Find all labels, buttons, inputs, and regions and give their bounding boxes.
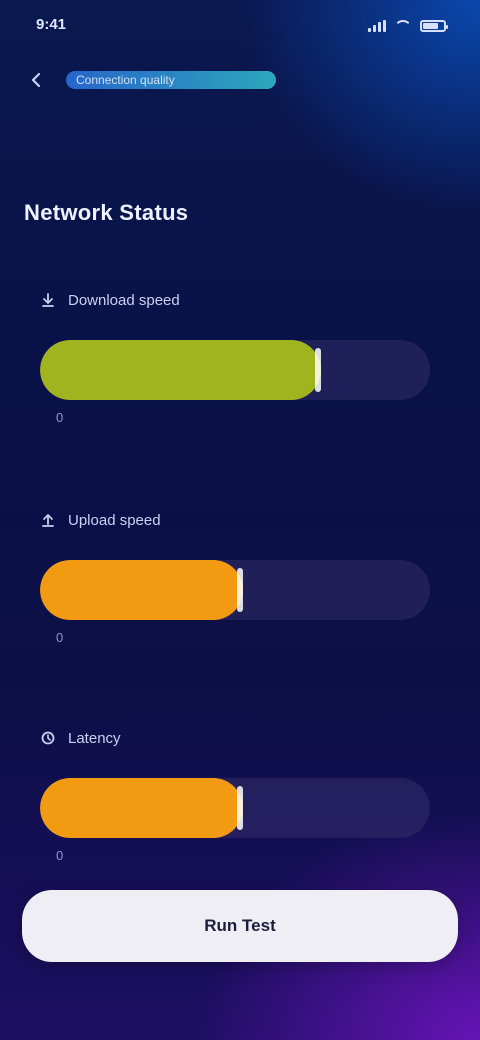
metric-footer: 0 xyxy=(40,848,440,868)
metric-track xyxy=(40,778,430,838)
section-title: Network Status xyxy=(24,200,189,225)
metric-header: Upload speed xyxy=(40,508,440,532)
back-button[interactable] xyxy=(24,67,50,93)
metric-header: Download speed xyxy=(40,288,440,312)
nav-title: Connection quality xyxy=(66,71,276,89)
metric-footer: 0 xyxy=(40,630,440,650)
metric-latency: Latency 0 xyxy=(40,726,440,868)
battery-icon xyxy=(420,20,448,32)
nav-bar: Connection quality xyxy=(24,60,454,100)
status-icons xyxy=(368,20,448,32)
metric-min: 0 xyxy=(56,410,64,425)
metric-footer: 0 xyxy=(40,410,440,430)
arrow-left-icon xyxy=(31,72,41,88)
metric-fill xyxy=(40,778,243,838)
metric-upload: Upload speed 0 xyxy=(40,508,440,650)
metric-header: Latency xyxy=(40,726,440,750)
metric-label: Latency xyxy=(68,729,121,747)
download-icon xyxy=(40,292,56,308)
metric-label: Download speed xyxy=(68,291,180,309)
run-test-button[interactable]: Run Test xyxy=(22,890,458,962)
metric-label: Upload speed xyxy=(68,511,161,529)
metric-download: Download speed 0 xyxy=(40,288,440,430)
metric-track xyxy=(40,340,430,400)
metric-track xyxy=(40,560,430,620)
signal-icon xyxy=(368,20,386,32)
status-time: 9:41 xyxy=(36,16,67,33)
status-bar: 9:41 xyxy=(0,14,480,44)
ping-icon xyxy=(40,730,56,746)
metric-fill xyxy=(40,340,321,400)
upload-icon xyxy=(40,512,56,528)
metric-min: 0 xyxy=(56,630,64,645)
metric-fill xyxy=(40,560,243,620)
wifi-icon xyxy=(394,20,412,32)
metric-min: 0 xyxy=(56,848,64,863)
